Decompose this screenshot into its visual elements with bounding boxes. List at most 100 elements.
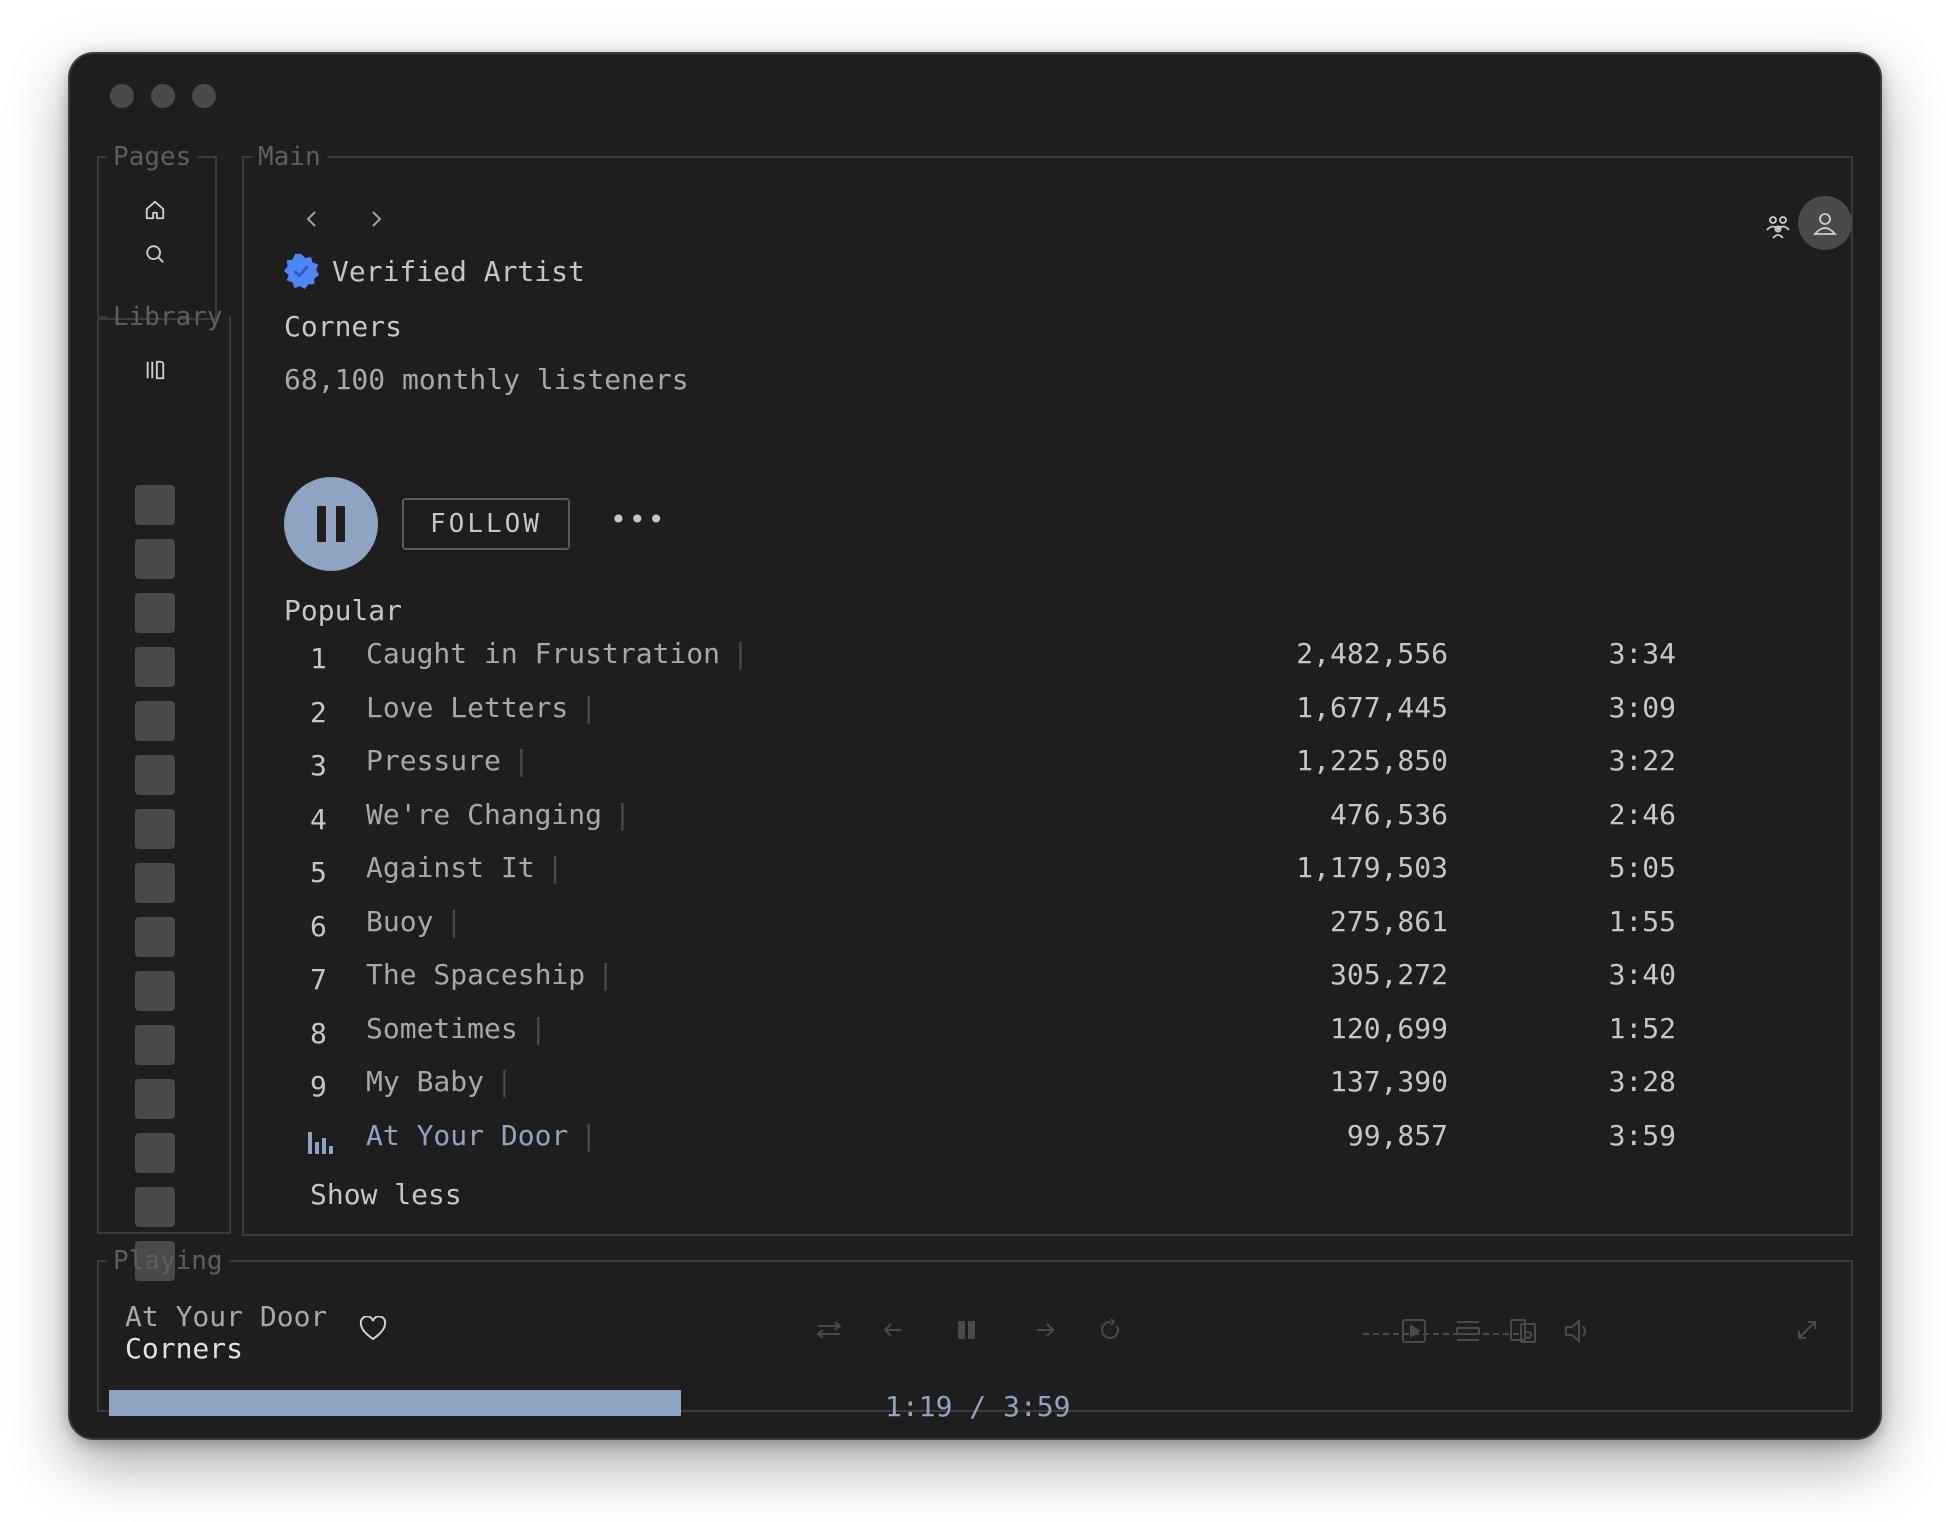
equalizer-icon <box>308 1131 333 1154</box>
track-plays: 275,861 <box>1329 904 1448 938</box>
forward-button[interactable] <box>368 206 384 236</box>
home-icon <box>145 200 165 220</box>
play-pause-button[interactable] <box>284 477 378 571</box>
library-item[interactable] <box>135 593 175 633</box>
back-button[interactable] <box>304 206 320 236</box>
friends-activity-button[interactable] <box>1756 204 1800 248</box>
track-title[interactable]: My Baby <box>366 1065 484 1098</box>
volume-button[interactable] <box>1563 1318 1591 1348</box>
track-row[interactable]: 7 The Spaceship | 305,272 3:40 <box>284 949 1714 1003</box>
like-button[interactable] <box>359 1315 387 1346</box>
shuffle-button[interactable] <box>815 1318 843 1346</box>
track-plays: 99,857 <box>1346 1118 1448 1152</box>
track-row[interactable]: 4 We're Changing | 476,536 2:46 <box>284 789 1714 843</box>
track-title[interactable]: We're Changing <box>366 798 602 831</box>
track-title-wrap: My Baby | <box>366 1065 513 1098</box>
library-item[interactable] <box>135 701 175 741</box>
track-row[interactable]: 9 My Baby | 137,390 3:28 <box>284 1056 1714 1110</box>
home-button[interactable] <box>133 188 177 232</box>
fullscreen-icon <box>1798 1321 1816 1339</box>
library-item[interactable] <box>135 1187 175 1227</box>
library-item[interactable] <box>135 917 175 957</box>
track-duration: 1:52 <box>1608 1011 1676 1045</box>
track-title-wrap: Pressure | <box>366 744 530 777</box>
show-less-button[interactable]: Show less <box>310 1178 462 1211</box>
minimize-window-button[interactable] <box>151 84 175 108</box>
track-number: 9 <box>310 1070 327 1103</box>
main-legend: Main <box>258 142 321 172</box>
track-duration: 1:55 <box>1608 904 1676 938</box>
more-options-button[interactable]: ••• <box>610 503 667 536</box>
track-row[interactable]: 5 Against It | 1,179,503 5:05 <box>284 842 1714 896</box>
track-separator: | <box>445 904 463 938</box>
verified-badge-icon <box>283 253 320 290</box>
library-item[interactable] <box>135 1025 175 1065</box>
follow-button[interactable]: FOLLOW <box>402 498 570 550</box>
previous-button[interactable] <box>881 1318 905 1346</box>
track-title[interactable]: Pressure <box>366 744 501 777</box>
shuffle-icon <box>816 1321 842 1339</box>
volume-icon <box>1565 1318 1586 1344</box>
next-button[interactable] <box>1033 1318 1057 1346</box>
track-separator: | <box>580 1118 598 1152</box>
track-row[interactable]: 1 Caught in Frustration | 2,482,556 3:34 <box>284 628 1714 682</box>
track-row[interactable]: 2 Love Letters | 1,677,445 3:09 <box>284 682 1714 736</box>
connect-device-icon <box>1510 1319 1536 1343</box>
track-separator: | <box>512 744 530 777</box>
user-avatar-button[interactable] <box>1798 196 1852 250</box>
progress-bar[interactable] <box>109 1390 681 1416</box>
heart-icon <box>359 1315 387 1341</box>
track-title-wrap: At Your Door | <box>366 1119 597 1152</box>
monthly-listeners: 68,100 monthly listeners <box>284 363 689 396</box>
queue-icon <box>1456 1321 1480 1341</box>
track-title[interactable]: At Your Door <box>366 1119 568 1152</box>
main-panel: Main Verified Artist Corners 68,100 mont… <box>242 144 1853 1236</box>
library-item[interactable] <box>135 1079 175 1119</box>
track-number: 5 <box>310 856 327 889</box>
volume-slider[interactable] <box>1363 1333 1519 1335</box>
track-row[interactable]: 8 Sometimes | 120,699 1:52 <box>284 1003 1714 1057</box>
track-plays: 120,699 <box>1329 1011 1448 1045</box>
library-item[interactable] <box>135 647 175 687</box>
track-separator: | <box>529 1011 547 1045</box>
library-button[interactable] <box>133 348 177 392</box>
library-panel: Library <box>97 304 231 1281</box>
track-title[interactable]: Love Letters <box>366 691 568 724</box>
track-row[interactable]: 6 Buoy | 275,861 1:55 <box>284 896 1714 950</box>
track-title[interactable]: Caught in Frustration <box>366 637 720 670</box>
library-items <box>135 485 175 1281</box>
track-title[interactable]: Sometimes <box>366 1012 518 1045</box>
repeat-button[interactable] <box>1099 1318 1123 1346</box>
user-avatar-icon <box>1813 213 1837 235</box>
track-duration: 3:40 <box>1608 958 1676 991</box>
fullscreen-button[interactable] <box>1795 1318 1819 1346</box>
pause-icon-bar <box>317 506 326 542</box>
maximize-window-button[interactable] <box>192 84 216 108</box>
now-playing-artist[interactable]: Corners <box>125 1332 243 1365</box>
friends-icon <box>1766 216 1790 239</box>
track-title[interactable]: Buoy <box>366 905 433 938</box>
track-duration: 5:05 <box>1608 851 1676 884</box>
library-item[interactable] <box>135 485 175 525</box>
search-button[interactable] <box>133 232 177 276</box>
track-number: 3 <box>310 749 327 782</box>
repeat-icon <box>1101 1318 1120 1339</box>
pause-button[interactable] <box>955 1318 979 1346</box>
track-row-now-playing[interactable]: At Your Door | 99,857 3:59 <box>284 1110 1714 1164</box>
library-item[interactable] <box>135 1133 175 1173</box>
track-separator: | <box>496 1065 513 1098</box>
now-playing-title[interactable]: At Your Door <box>125 1300 327 1333</box>
track-duration: 2:46 <box>1608 797 1676 831</box>
playing-panel: Playing At Your Door Corners 1:19 / 3:59 <box>97 1248 1853 1423</box>
library-item[interactable] <box>135 863 175 903</box>
library-item[interactable] <box>135 809 175 849</box>
track-title[interactable]: Against It <box>366 851 535 884</box>
library-item[interactable] <box>135 971 175 1011</box>
track-title[interactable]: The Spaceship <box>366 958 585 991</box>
close-window-button[interactable] <box>110 84 134 108</box>
library-item[interactable] <box>135 539 175 579</box>
track-plays: 1,677,445 <box>1296 690 1448 724</box>
track-row[interactable]: 3 Pressure | 1,225,850 3:22 <box>284 735 1714 789</box>
track-plays: 2,482,556 <box>1296 637 1448 670</box>
library-item[interactable] <box>135 755 175 795</box>
